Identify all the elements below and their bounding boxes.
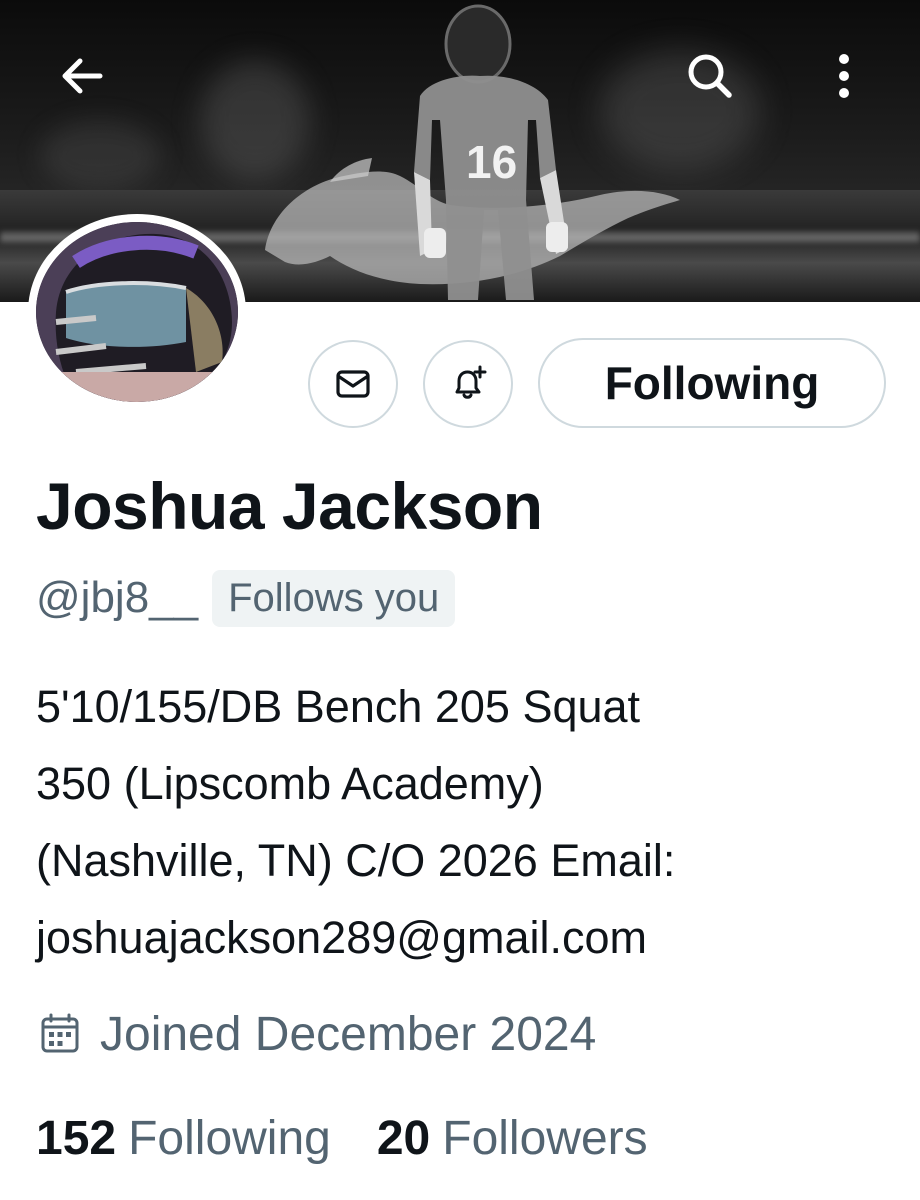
back-button[interactable] xyxy=(44,38,120,114)
profile-handle: @jbj8__ xyxy=(36,573,199,622)
avatar[interactable] xyxy=(28,214,246,410)
handle-row: @jbj8__ Follows you xyxy=(36,568,456,628)
search-icon xyxy=(688,54,732,98)
notifications-button[interactable] xyxy=(423,340,513,428)
followers-stat-link[interactable]: 20 Followers xyxy=(377,1111,648,1166)
following-count: 152 xyxy=(36,1111,117,1165)
joined-date: Joined December 2024 xyxy=(100,1007,597,1061)
follows-you-badge: Follows you xyxy=(212,569,456,627)
profile-name: Joshua Jackson xyxy=(36,469,543,543)
avatar-photo xyxy=(36,222,238,402)
message-button[interactable] xyxy=(308,340,398,428)
bell-plus-icon xyxy=(455,365,487,399)
bio-line: (Nashville, TN) C/O 2026 Email: xyxy=(36,835,676,886)
follow-stats: 152 Following 20 Followers xyxy=(36,1106,648,1170)
bio-email-line: joshuajackson289@gmail.com xyxy=(36,912,647,963)
joined-date-row: Joined December 2024 xyxy=(38,1002,596,1066)
profile-bio: 5'10/155/DB Bench 205 Squat 350 (Lipscom… xyxy=(36,668,896,976)
more-options-button[interactable] xyxy=(806,38,882,114)
envelope-icon xyxy=(336,370,370,398)
followers-count: 20 xyxy=(376,1111,431,1165)
profile-page: 16 Following Joshua Jackson @jbj8__ Foll… xyxy=(0,0,920,1200)
bio-line: 350 (Lipscomb Academy) xyxy=(36,758,544,809)
bio-line: 5'10/155/DB Bench 205 Squat xyxy=(36,681,641,732)
following-button[interactable]: Following xyxy=(538,338,886,428)
following-stat-link[interactable]: 152 Following xyxy=(36,1111,331,1166)
calendar-icon xyxy=(41,1013,79,1053)
more-vertical-icon xyxy=(839,54,849,98)
search-button[interactable] xyxy=(672,38,748,114)
followers-stat-label: Followers xyxy=(442,1111,648,1165)
following-stat-label: Following xyxy=(128,1111,331,1165)
jersey-number: 16 xyxy=(466,136,517,188)
arrow-left-icon xyxy=(62,58,103,94)
